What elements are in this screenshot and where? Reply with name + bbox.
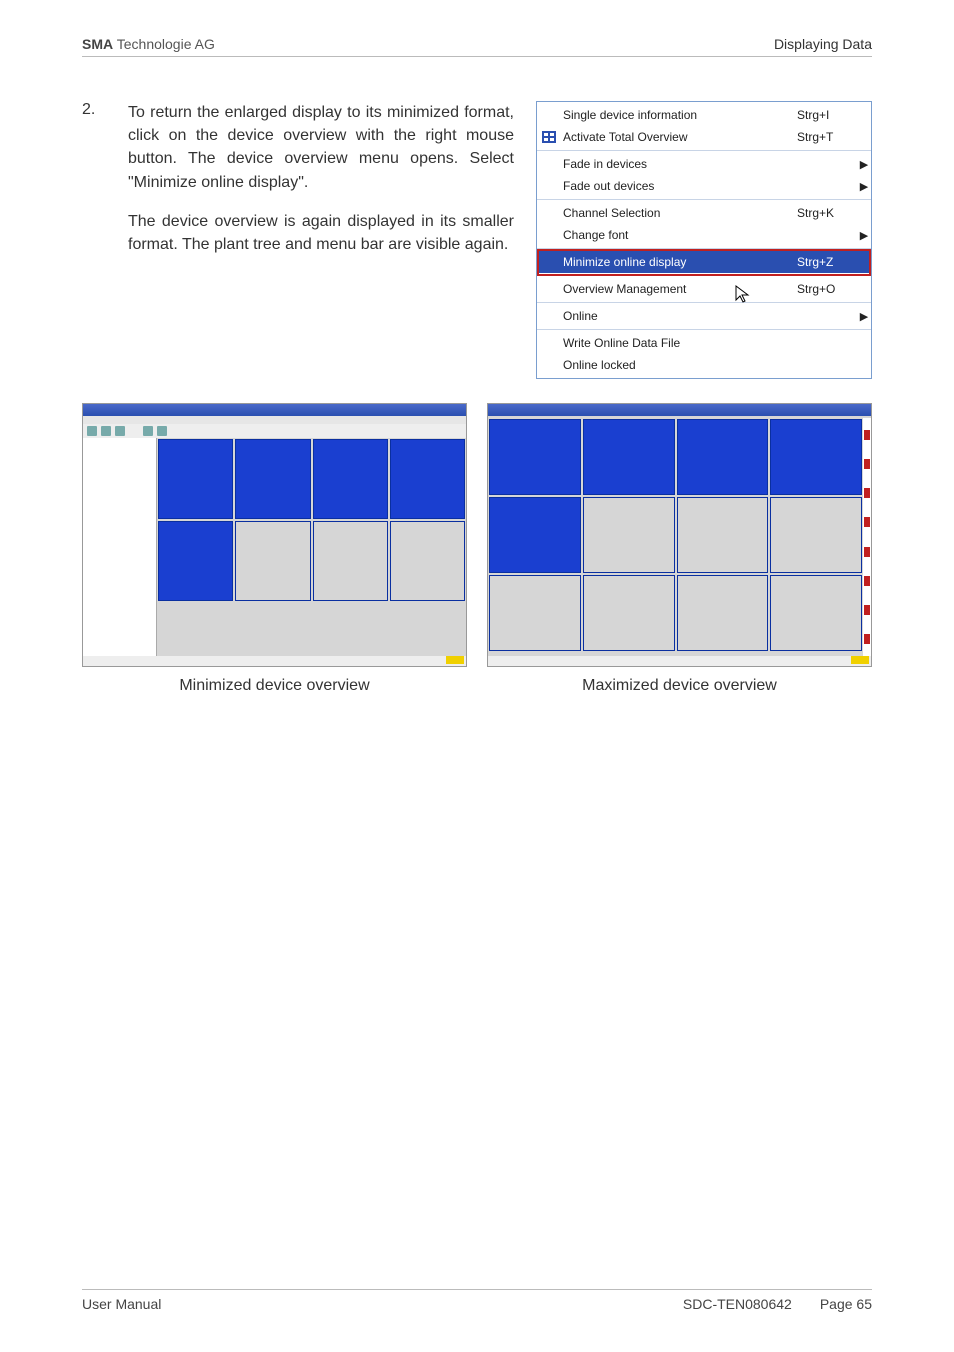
- menu-group-2: Fade in devices ▶ Fade out devices ▶: [537, 151, 871, 200]
- screenshot-maximized-overview: [487, 403, 872, 667]
- blank-icon: [537, 305, 561, 327]
- menu-item-channel-selection[interactable]: Channel Selection Strg+K: [537, 202, 871, 224]
- menu-group-7: Write Online Data File Online locked: [537, 330, 871, 378]
- overview-icon: [537, 126, 561, 148]
- menu-item-activate-total-overview[interactable]: Activate Total Overview Strg+T: [537, 126, 871, 148]
- menu-item-fade-in[interactable]: Fade in devices ▶: [537, 153, 871, 175]
- blank-icon: [537, 278, 561, 300]
- menu-item-single-device-info[interactable]: Single device information Strg+I: [537, 104, 871, 126]
- brand-rest: Technologie AG: [113, 36, 215, 52]
- menu-group-1: Single device information Strg+I Activat…: [537, 102, 871, 151]
- context-menu: Single device information Strg+I Activat…: [536, 101, 872, 379]
- header-brand: SMA Technologie AG: [82, 36, 215, 52]
- footer-code: SDC-TEN080642: [683, 1296, 792, 1312]
- step-paragraph-2: The device overview is again displayed i…: [128, 210, 514, 256]
- page-footer: User Manual SDC-TEN080642 Page 65: [82, 1289, 872, 1312]
- brand-bold: SMA: [82, 36, 113, 52]
- blank-icon: [537, 224, 561, 246]
- step-paragraph-1: To return the enlarged display to its mi…: [128, 101, 514, 194]
- blank-icon: [537, 175, 561, 197]
- menu-group-5: Overview Management Strg+O: [537, 276, 871, 303]
- menu-item-write-online-data-file[interactable]: Write Online Data File: [537, 332, 871, 354]
- blank-icon: [537, 251, 561, 273]
- menu-item-online-locked[interactable]: Online locked: [537, 354, 871, 376]
- blank-icon: [537, 354, 561, 376]
- context-menu-screenshot: Single device information Strg+I Activat…: [536, 101, 872, 379]
- caption-maximized: Maximized device overview: [582, 677, 777, 695]
- blank-icon: [537, 104, 561, 126]
- footer-rule: [82, 1289, 872, 1290]
- menu-group-4: Minimize online display Strg+Z: [537, 249, 871, 276]
- step-number: 2.: [82, 101, 110, 272]
- menu-item-overview-management[interactable]: Overview Management Strg+O: [537, 278, 871, 300]
- menu-item-minimize-online-display[interactable]: Minimize online display Strg+Z: [537, 251, 871, 273]
- menu-group-6: Online ▶: [537, 303, 871, 330]
- menu-item-fade-out[interactable]: Fade out devices ▶: [537, 175, 871, 197]
- footer-page: Page 65: [820, 1296, 872, 1312]
- menu-group-3: Channel Selection Strg+K Change font ▶: [537, 200, 871, 249]
- footer-left: User Manual: [82, 1296, 161, 1312]
- caption-minimized: Minimized device overview: [179, 677, 369, 695]
- menu-item-change-font[interactable]: Change font ▶: [537, 224, 871, 246]
- page-header: SMA Technologie AG Displaying Data: [82, 36, 872, 52]
- blank-icon: [537, 332, 561, 354]
- header-section: Displaying Data: [774, 36, 872, 52]
- blank-icon: [537, 153, 561, 175]
- menu-item-online[interactable]: Online ▶: [537, 305, 871, 327]
- blank-icon: [537, 202, 561, 224]
- step-body: To return the enlarged display to its mi…: [128, 101, 514, 272]
- screenshot-minimized-overview: [82, 403, 467, 667]
- header-rule: [82, 56, 872, 57]
